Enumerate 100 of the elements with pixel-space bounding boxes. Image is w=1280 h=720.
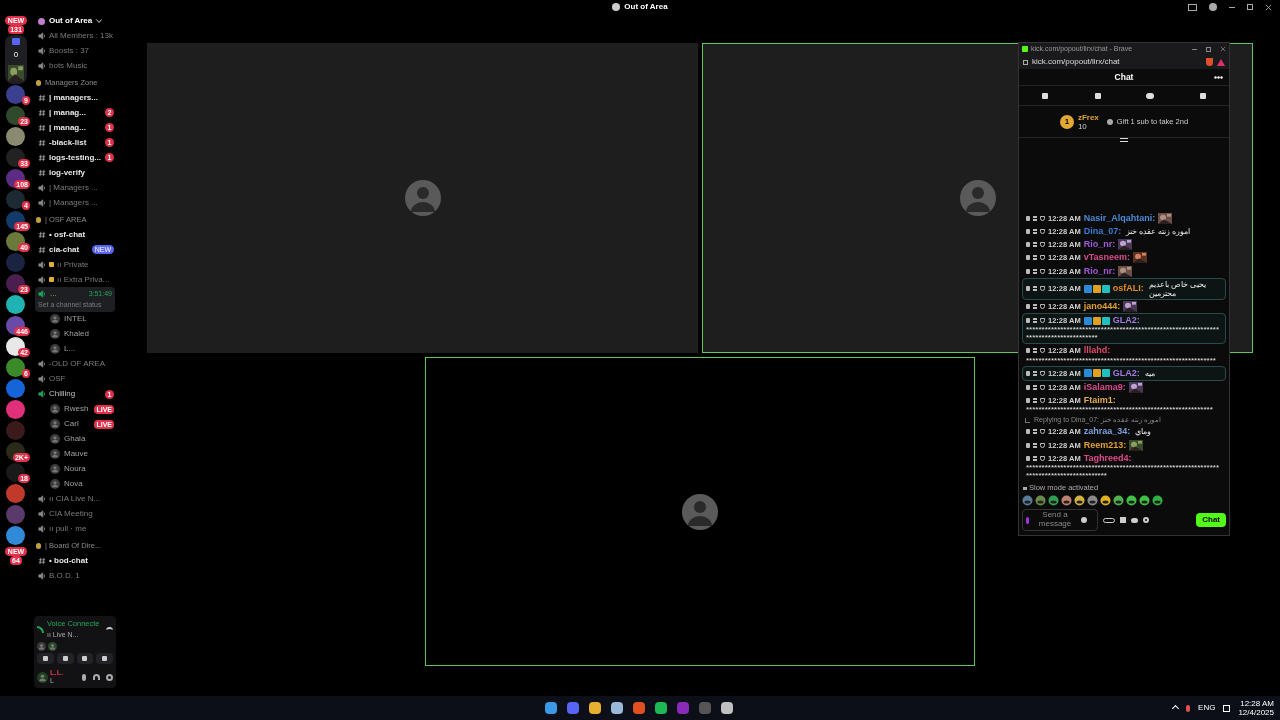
clock-time[interactable]: 12:28 AM	[1240, 699, 1274, 708]
subscriber-badge-icon	[1101, 284, 1110, 293]
channel-name[interactable]: log-verify	[49, 166, 114, 179]
minimize-icon[interactable]	[1229, 6, 1235, 8]
shield-icon[interactable]	[1040, 442, 1045, 448]
channel-name[interactable]: | managers...	[49, 91, 114, 104]
channel-name[interactable]: | manag...	[49, 106, 102, 119]
language-indicator[interactable]: ENG	[1198, 702, 1216, 714]
channel-name[interactable]: ıı CIA Live N...	[49, 493, 114, 505]
member-name[interactable]: INTEL	[64, 313, 114, 325]
moderator-badge-icon	[1083, 316, 1092, 325]
channel-name[interactable]: ıı pull · me	[49, 523, 114, 535]
member-name[interactable]: Carl	[64, 418, 91, 430]
video-tile[interactable]	[425, 357, 975, 666]
taskbar-app-icon[interactable]	[589, 702, 601, 714]
taskbar-app-icon[interactable]	[611, 702, 623, 714]
member-name[interactable]: Mauve	[64, 448, 114, 460]
chat-username[interactable]: Nasir_Alqahtani:	[1083, 212, 1156, 224]
channel-name[interactable]: ıı Extra Priva...	[57, 273, 114, 286]
channel-name[interactable]: Chilling	[49, 388, 102, 400]
avatar	[50, 464, 60, 474]
channel-name[interactable]: | Managers ...	[49, 196, 114, 209]
chat-username[interactable]: Taghreed4:	[1083, 452, 1132, 464]
avatar	[959, 180, 996, 216]
speaker-icon	[38, 31, 46, 40]
channel-name[interactable]: -black-list	[49, 136, 102, 149]
chat-username[interactable]: GLA2:	[1112, 315, 1140, 327]
server-folder[interactable]: 0	[5, 35, 27, 84]
shield-icon[interactable]	[1040, 455, 1045, 461]
taskbar-app-icon[interactable]	[721, 702, 733, 714]
chat-username[interactable]: osfALI:	[1112, 283, 1144, 295]
more-icon[interactable]	[1214, 75, 1223, 79]
close-icon[interactable]	[1265, 3, 1272, 11]
channel-name[interactable]: | Managers ...	[49, 181, 114, 194]
taskbar-app-icon[interactable]	[545, 702, 557, 714]
server-name[interactable]: Out of Area	[49, 15, 93, 27]
video-tile[interactable]	[147, 43, 698, 353]
member-name[interactable]: Noura	[64, 463, 114, 475]
taskbar-app-icon[interactable]	[655, 702, 667, 714]
speaker-icon	[38, 510, 46, 518]
chat-username[interactable]: GLA2:	[1112, 367, 1140, 379]
message-text: *************************************************************	[1026, 356, 1217, 365]
channel-name[interactable]: • bod-chat	[49, 555, 114, 567]
channel-name[interactable]: CIA Meeting	[49, 508, 114, 520]
channel-name[interactable]: bots Music	[49, 59, 114, 72]
chat-username[interactable]: iSalama9:	[1083, 381, 1126, 393]
shield-icon[interactable]	[1040, 303, 1045, 309]
message-field[interactable]: Send a message	[1022, 509, 1098, 531]
send-button[interactable]: Chat	[1196, 513, 1226, 527]
server-icon[interactable]	[6, 295, 25, 314]
speaker-icon	[38, 525, 46, 533]
member-name[interactable]: Ghala	[64, 433, 114, 445]
avatar	[50, 434, 60, 444]
message-input[interactable]: Send a message	[1032, 510, 1078, 530]
channel-name[interactable]: • osf-chat	[49, 228, 114, 241]
member-name[interactable]: Khaled	[64, 328, 114, 340]
collapse-handle-icon[interactable]	[1120, 138, 1128, 142]
chevron-down-icon[interactable]	[96, 19, 103, 23]
chat-username[interactable]: Ftaim1:	[1083, 395, 1116, 407]
server-icon[interactable]	[6, 127, 25, 146]
channel-name[interactable]: logs-testing...	[49, 151, 102, 164]
chat-username[interactable]: Rio_nr:	[1083, 239, 1116, 251]
reply-icon	[1025, 417, 1030, 423]
maximize-icon[interactable]	[1206, 46, 1211, 52]
server-icon	[38, 17, 45, 25]
shield-icon[interactable]	[1040, 228, 1045, 234]
channel-name[interactable]: Boosts : 37	[49, 44, 114, 57]
speaker-icon	[38, 360, 46, 368]
chat-username[interactable]: Reem213:	[1083, 439, 1127, 451]
shield-icon[interactable]	[1040, 370, 1045, 376]
channel-name[interactable]: | manag...	[49, 121, 102, 134]
chat-username[interactable]: lllahd:	[1083, 345, 1111, 357]
channel-name[interactable]: -OLD OF AREA	[49, 358, 114, 370]
shield-icon[interactable]	[1040, 384, 1045, 390]
shield-icon[interactable]	[1040, 268, 1045, 274]
maximize-icon[interactable]	[1247, 4, 1253, 10]
taskbar-app-icon[interactable]	[633, 702, 645, 714]
shield-icon[interactable]	[1040, 215, 1045, 221]
leader-name[interactable]: zFrex	[1077, 112, 1099, 122]
channel-name[interactable]: OSF	[49, 373, 114, 385]
chat-username[interactable]: jano444:	[1083, 300, 1121, 312]
chat-username[interactable]: zahraa_34:	[1083, 426, 1131, 438]
channel-name[interactable]: B.O.D. 1	[49, 570, 114, 582]
headphones-icon[interactable]	[93, 674, 100, 680]
clock-date[interactable]: 12/4/2025	[1238, 708, 1274, 717]
chat-title: Chat	[1114, 70, 1134, 84]
avatar	[50, 314, 60, 324]
member-name[interactable]: Nova	[64, 478, 114, 490]
close-icon[interactable]	[1220, 46, 1226, 52]
chat-username[interactable]: Dina_07:	[1083, 225, 1122, 237]
chat-username[interactable]: vTasneem:	[1083, 252, 1130, 264]
channel-name[interactable]: cia-chat	[49, 243, 89, 256]
channel-name[interactable]: All Members : 13k	[49, 29, 114, 42]
channel-name[interactable]: ıı Private	[57, 258, 114, 271]
subscriber-badge-icon	[1101, 316, 1110, 325]
member-name[interactable]: Rwesh	[64, 403, 91, 415]
avatar	[37, 642, 46, 651]
chat-username[interactable]: Rio_nr:	[1083, 265, 1116, 277]
member-name[interactable]: L...	[64, 343, 114, 355]
minimize-icon[interactable]	[1192, 48, 1197, 50]
